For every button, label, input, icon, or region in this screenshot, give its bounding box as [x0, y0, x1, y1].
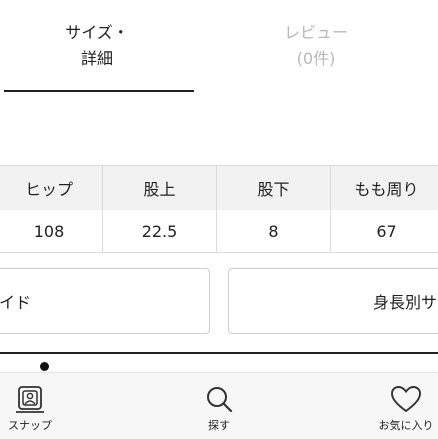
value-hip: 108 — [33, 221, 65, 241]
tab-reviews-line1: レビュー — [283, 23, 348, 42]
nav-favorites-label: お気に入り — [378, 419, 434, 432]
size-table-header-row: ヒップ 股上 股下 もも周り — [0, 166, 438, 210]
nav-snap[interactable]: スナップ — [0, 373, 60, 439]
header-rise: 股上 — [102, 166, 216, 210]
header-hip: ヒップ — [24, 180, 73, 199]
size-table: ヒップ 股上 股下 もも周り 108 22.5 8 67 — [0, 165, 438, 253]
tab-reviews-line2: (0件) — [296, 49, 336, 68]
bottom-nav: スナップ 探す お気に入り — [0, 372, 438, 439]
size-guide-button-label: イド — [0, 293, 32, 312]
tab-reviews[interactable]: レビュー (0件) — [194, 0, 438, 92]
detail-tabs: サイズ・ 詳細 レビュー (0件) — [0, 0, 438, 92]
nav-search[interactable]: 探す — [194, 373, 244, 439]
tab-size-detail-line1: サイズ・ — [65, 23, 129, 42]
value-thigh: 67 — [330, 210, 438, 252]
header-inseam: 股下 — [216, 166, 330, 210]
header-thigh: もも周り — [330, 166, 438, 210]
size-guide-button[interactable]: イド — [0, 268, 210, 334]
snap-icon — [16, 386, 44, 413]
height-size-button-label: 身長別サ — [373, 293, 438, 312]
search-icon — [207, 387, 233, 413]
active-tab-indicator — [4, 90, 194, 92]
value-rise: 22.5 — [102, 210, 216, 252]
tab-size-detail[interactable]: サイズ・ 詳細 — [0, 0, 194, 92]
value-inseam: 8 — [216, 210, 330, 252]
scroll-divider — [0, 352, 438, 354]
nav-favorites[interactable]: お気に入り — [374, 373, 438, 439]
heart-icon — [391, 386, 421, 413]
height-size-button[interactable]: 身長別サ — [228, 268, 438, 334]
tab-size-detail-line2: 詳細 — [80, 49, 113, 68]
size-table-value-row: 108 22.5 8 67 — [0, 210, 438, 253]
page-indicator-dot — [40, 362, 49, 371]
nav-search-label: 探す — [208, 419, 230, 432]
nav-snap-label: スナップ — [8, 419, 52, 432]
